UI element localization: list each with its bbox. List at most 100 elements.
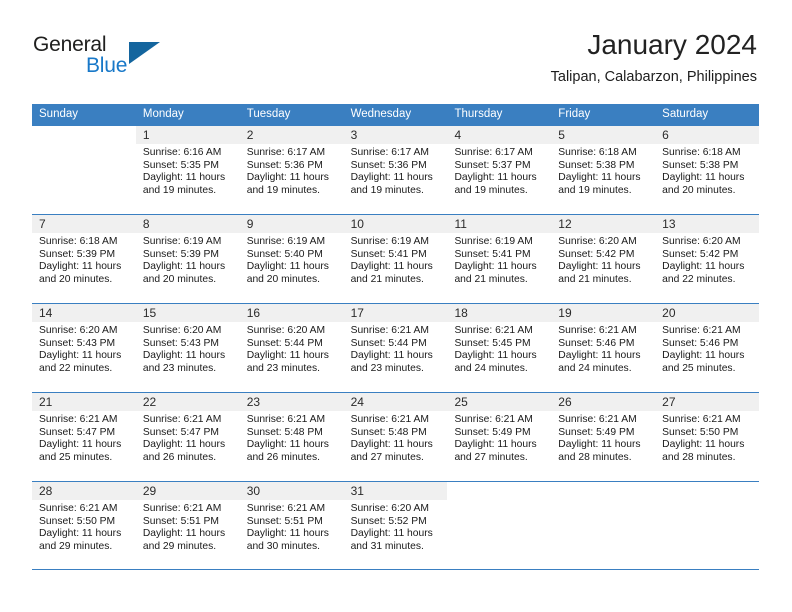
calendar-week-row: 7 Sunrise: 6:18 AM Sunset: 5:39 PM Daylight… (32, 214, 760, 303)
sunset-text: Sunset: 5:43 PM (142, 337, 219, 349)
day-number: 20 (655, 304, 760, 322)
calendar-day-cell[interactable]: 11 Sunrise: 6:19 AM Sunset: 5:41 PM Dayligh… (447, 215, 552, 303)
calendar-day-cell[interactable]: 10 Sunrise: 6:19 AM Sunset: 5:41 PM Dayligh… (343, 215, 448, 303)
page-subtitle-location: Talipan, Calabarzon, Philippines (550, 69, 757, 85)
sunset-text: Sunset: 5:39 PM (142, 248, 219, 260)
sunrise-text: Sunrise: 6:21 AM (39, 414, 118, 425)
sunrise-text: Sunrise: 6:21 AM (246, 414, 326, 425)
calendar-day-cell[interactable]: 25 Sunrise: 6:21 AM Sunset: 5:49 PM Dayligh… (447, 393, 552, 481)
sunset-text: Sunset: 5:50 PM (662, 426, 739, 438)
calendar-day-cell[interactable]: 1 Sunrise: 6:16 AM Sunset: 5:35 PM Daylight… (135, 126, 240, 214)
calendar-day-cell[interactable]: 24 Sunrise: 6:21 AM Sunset: 5:48 PM Dayligh… (343, 393, 448, 481)
day-number: 3 (343, 126, 448, 144)
sunrise-text: Sunrise: 6:21 AM (558, 325, 637, 336)
daylight-text: Daylight: 11 hours and 19 minutes. (558, 172, 641, 196)
day-number (32, 126, 136, 144)
day-info: Sunrise: 6:18 AM Sunset: 5:38 PM Daylight:… (655, 144, 759, 197)
calendar-day-cell[interactable]: 6 Sunrise: 6:18 AM Sunset: 5:38 PM Daylight… (655, 126, 760, 214)
page-title: January 2024 (587, 29, 757, 60)
calendar-day-cell[interactable]: 22 Sunrise: 6:21 AM Sunset: 5:47 PM Dayligh… (135, 393, 240, 481)
calendar-day-cell[interactable]: 30 Sunrise: 6:21 AM Sunset: 5:51 PM Dayligh… (239, 482, 344, 569)
sunrise-text: Sunrise: 6:19 AM (350, 236, 429, 247)
day-info: Sunrise: 6:21 AM Sunset: 5:49 PM Daylight:… (551, 411, 655, 464)
daylight-text: Daylight: 11 hours and 24 minutes. (454, 350, 537, 374)
day-info: Sunrise: 6:18 AM Sunset: 5:39 PM Daylight:… (32, 233, 136, 286)
daylight-text: Daylight: 11 hours and 31 minutes. (350, 528, 433, 552)
sunset-text: Sunset: 5:50 PM (39, 515, 116, 527)
day-info: Sunrise: 6:21 AM Sunset: 5:46 PM Daylight:… (551, 322, 655, 375)
calendar-day-cell[interactable]: 9 Sunrise: 6:19 AM Sunset: 5:40 PM Daylight… (239, 215, 344, 303)
daylight-text: Daylight: 11 hours and 24 minutes. (558, 350, 641, 374)
daylight-text: Daylight: 11 hours and 26 minutes. (246, 439, 329, 463)
daylight-text: Daylight: 11 hours and 29 minutes. (142, 528, 226, 552)
calendar-day-cell[interactable]: 17 Sunrise: 6:21 AM Sunset: 5:44 PM Dayligh… (343, 304, 448, 392)
calendar-day-cell[interactable]: 21 Sunrise: 6:21 AM Sunset: 5:47 PM Dayligh… (32, 393, 136, 481)
day-info: Sunrise: 6:21 AM Sunset: 5:47 PM Daylight:… (136, 411, 240, 464)
day-info: Sunrise: 6:21 AM Sunset: 5:44 PM Daylight:… (344, 322, 448, 375)
calendar-day-cell[interactable]: 13 Sunrise: 6:20 AM Sunset: 5:42 PM Dayligh… (655, 215, 760, 303)
sunset-text: Sunset: 5:42 PM (558, 248, 635, 260)
daylight-text: Daylight: 11 hours and 23 minutes. (142, 350, 226, 374)
day-info: Sunrise: 6:20 AM Sunset: 5:43 PM Daylight:… (136, 322, 240, 375)
calendar-day-cell[interactable]: 20 Sunrise: 6:21 AM Sunset: 5:46 PM Dayligh… (655, 304, 760, 392)
calendar-day-cell[interactable]: 31 Sunrise: 6:20 AM Sunset: 5:52 PM Dayligh… (343, 482, 448, 569)
sunset-text: Sunset: 5:49 PM (558, 426, 635, 438)
daylight-text: Daylight: 11 hours and 25 minutes. (39, 439, 122, 463)
day-number: 8 (135, 215, 240, 233)
sunrise-text: Sunrise: 6:17 AM (246, 147, 326, 158)
sunset-text: Sunset: 5:35 PM (142, 159, 219, 171)
sunset-text: Sunset: 5:46 PM (558, 337, 635, 349)
calendar-day-cell[interactable]: 5 Sunrise: 6:18 AM Sunset: 5:38 PM Daylight… (551, 126, 656, 214)
daylight-text: Daylight: 11 hours and 27 minutes. (350, 439, 433, 463)
calendar-week-row: 14 Sunrise: 6:20 AM Sunset: 5:43 PM Dayligh… (32, 303, 760, 392)
calendar-day-cell[interactable]: 26 Sunrise: 6:21 AM Sunset: 5:49 PM Dayligh… (551, 393, 656, 481)
sunset-text: Sunset: 5:47 PM (39, 426, 116, 438)
calendar-day-cell[interactable]: 7 Sunrise: 6:18 AM Sunset: 5:39 PM Daylight… (32, 215, 136, 303)
calendar-day-cell[interactable]: 4 Sunrise: 6:17 AM Sunset: 5:37 PM Daylight… (447, 126, 552, 214)
sunset-text: Sunset: 5:36 PM (246, 159, 323, 171)
sunrise-text: Sunrise: 6:20 AM (350, 503, 429, 514)
daylight-text: Daylight: 11 hours and 19 minutes. (350, 172, 433, 196)
daylight-text: Daylight: 11 hours and 22 minutes. (662, 261, 745, 285)
page-header: General Blue January 2024 Talipan, Calab… (0, 0, 792, 104)
calendar-day-cell[interactable]: 27 Sunrise: 6:21 AM Sunset: 5:50 PM Dayligh… (655, 393, 760, 481)
day-info: Sunrise: 6:18 AM Sunset: 5:38 PM Daylight:… (551, 144, 655, 197)
logo-text-blue: Blue (86, 54, 128, 77)
calendar-day-cell[interactable]: 16 Sunrise: 6:20 AM Sunset: 5:44 PM Dayligh… (239, 304, 344, 392)
sunrise-text: Sunrise: 6:17 AM (454, 147, 533, 158)
sunset-text: Sunset: 5:38 PM (558, 159, 635, 171)
daylight-text: Daylight: 11 hours and 21 minutes. (558, 261, 641, 285)
day-number: 12 (551, 215, 656, 233)
daylight-text: Daylight: 11 hours and 19 minutes. (454, 172, 537, 196)
daylight-text: Daylight: 11 hours and 27 minutes. (454, 439, 537, 463)
calendar-day-cell[interactable]: 8 Sunrise: 6:19 AM Sunset: 5:39 PM Daylight… (135, 215, 240, 303)
calendar-day-cell[interactable]: 19 Sunrise: 6:21 AM Sunset: 5:46 PM Dayligh… (551, 304, 656, 392)
sunset-text: Sunset: 5:44 PM (246, 337, 323, 349)
general-blue-logo[interactable]: General Blue (33, 33, 213, 81)
calendar-day-cell[interactable]: 23 Sunrise: 6:21 AM Sunset: 5:48 PM Dayligh… (239, 393, 344, 481)
day-number: 30 (239, 482, 344, 500)
sunrise-text: Sunrise: 6:21 AM (246, 503, 326, 514)
daylight-text: Daylight: 11 hours and 25 minutes. (662, 350, 745, 374)
calendar-day-cell[interactable]: 28 Sunrise: 6:21 AM Sunset: 5:50 PM Dayligh… (32, 482, 136, 569)
sunset-text: Sunset: 5:47 PM (142, 426, 219, 438)
day-number (655, 482, 760, 500)
calendar-day-cell[interactable]: 3 Sunrise: 6:17 AM Sunset: 5:36 PM Daylight… (343, 126, 448, 214)
calendar-day-cell[interactable]: 29 Sunrise: 6:21 AM Sunset: 5:51 PM Dayligh… (135, 482, 240, 569)
calendar-day-cell[interactable]: 18 Sunrise: 6:21 AM Sunset: 5:45 PM Dayligh… (447, 304, 552, 392)
day-info: Sunrise: 6:21 AM Sunset: 5:49 PM Daylight:… (447, 411, 551, 464)
daylight-text: Daylight: 11 hours and 26 minutes. (142, 439, 226, 463)
sunset-text: Sunset: 5:38 PM (662, 159, 739, 171)
day-number: 28 (32, 482, 136, 500)
weekday-header-tuesday: Tuesday (246, 108, 291, 120)
day-number: 21 (32, 393, 136, 411)
calendar-day-cell[interactable]: 14 Sunrise: 6:20 AM Sunset: 5:43 PM Dayligh… (32, 304, 136, 392)
calendar-day-cell[interactable]: 12 Sunrise: 6:20 AM Sunset: 5:42 PM Dayligh… (551, 215, 656, 303)
sunrise-text: Sunrise: 6:16 AM (142, 147, 222, 158)
day-info: Sunrise: 6:21 AM Sunset: 5:51 PM Daylight:… (240, 500, 344, 553)
calendar-day-cell[interactable]: 2 Sunrise: 6:17 AM Sunset: 5:36 PM Daylight… (239, 126, 344, 214)
sunrise-text: Sunrise: 6:19 AM (246, 236, 326, 247)
calendar-day-cell[interactable]: 15 Sunrise: 6:20 AM Sunset: 5:43 PM Dayligh… (135, 304, 240, 392)
daylight-text: Daylight: 11 hours and 29 minutes. (39, 528, 122, 552)
daylight-text: Daylight: 11 hours and 23 minutes. (246, 350, 329, 374)
